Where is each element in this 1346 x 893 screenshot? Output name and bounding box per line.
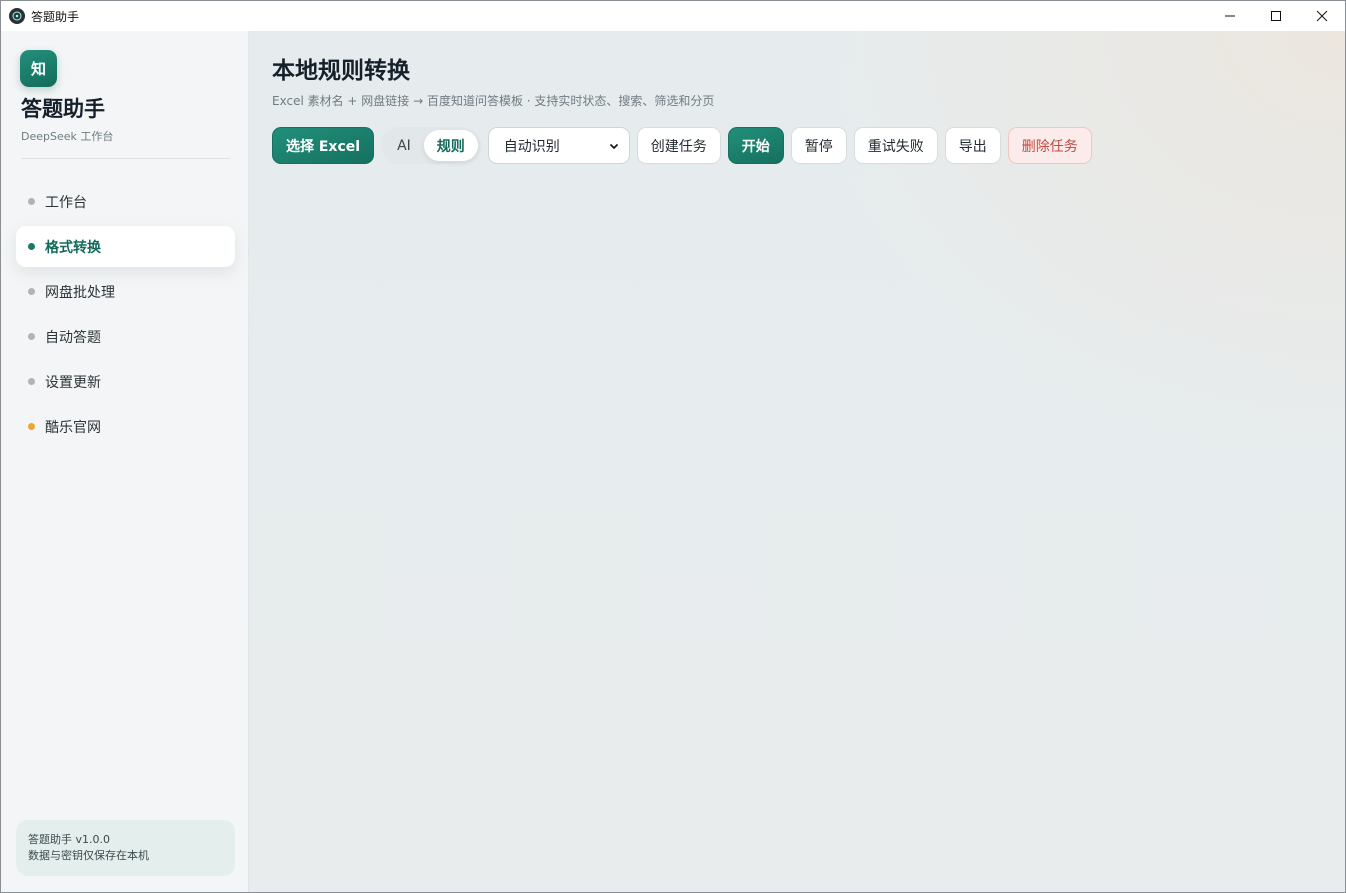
nav-dot-icon: [28, 378, 35, 385]
app-icon: [9, 8, 25, 24]
toolbar: 选择 Excel AI 规则 自动识别 创建任务 开始 暂停 重试失败 导出 删…: [272, 127, 1099, 164]
close-button[interactable]: [1299, 1, 1345, 31]
title-bar: 答题助手: [1, 1, 1345, 31]
mode-ai-option[interactable]: AI: [384, 130, 424, 161]
retry-failed-button[interactable]: 重试失败: [853, 127, 938, 164]
window-title: 答题助手: [31, 9, 80, 24]
nav-dot-icon: [28, 288, 35, 295]
sidebar-divider: [21, 158, 230, 159]
sidebar-item-label: 自动答题: [45, 329, 101, 346]
nav-dot-icon: [28, 198, 35, 205]
delete-task-button[interactable]: 删除任务: [1007, 127, 1092, 164]
maximize-button[interactable]: [1253, 1, 1299, 31]
brand-logo: 知: [20, 50, 57, 87]
chevron-down-icon: [609, 143, 618, 149]
sidebar-item-label: 设置更新: [45, 374, 101, 391]
sidebar-footer: 答题助手 v1.0.0 数据与密钥仅保存在本机: [16, 820, 235, 876]
app-version: 答题助手 v1.0.0: [28, 833, 110, 846]
pause-button[interactable]: 暂停: [790, 127, 847, 164]
export-button[interactable]: 导出: [944, 127, 1001, 164]
privacy-note: 数据与密钥仅保存在本机: [28, 849, 149, 862]
sidebar-item-official-site[interactable]: 酷乐官网: [16, 406, 235, 447]
format-select[interactable]: 自动识别: [487, 127, 630, 164]
maximize-icon: [1271, 11, 1281, 21]
page-title: 本地规则转换: [272, 58, 410, 84]
minimize-button[interactable]: [1207, 1, 1253, 31]
sidebar-item-settings-update[interactable]: 设置更新: [16, 361, 235, 402]
sidebar: 知 答题助手 DeepSeek 工作台 工作台 格式转换 网盘批处理 自动答题: [1, 31, 249, 892]
mode-rule-option[interactable]: 规则: [423, 130, 478, 161]
brand-subtitle: DeepSeek 工作台: [21, 130, 114, 143]
brand-name: 答题助手: [21, 97, 105, 121]
sidebar-item-auto-answer[interactable]: 自动答题: [16, 316, 235, 357]
nav-dot-icon: [28, 333, 35, 340]
sidebar-nav: 工作台 格式转换 网盘批处理 自动答题 设置更新 酷乐官网: [16, 181, 235, 451]
mode-toggle: AI 规则: [381, 127, 481, 164]
sidebar-item-label: 酷乐官网: [45, 419, 101, 436]
minimize-icon: [1225, 15, 1235, 17]
select-excel-button[interactable]: 选择 Excel: [272, 127, 375, 164]
nav-dot-icon: [28, 243, 35, 250]
window-controls: [1207, 1, 1345, 31]
format-select-value: 自动识别: [503, 138, 560, 155]
sidebar-item-netdisk-batch[interactable]: 网盘批处理: [16, 271, 235, 312]
start-button[interactable]: 开始: [727, 127, 784, 164]
sidebar-item-format-convert[interactable]: 格式转换: [16, 226, 235, 267]
sidebar-item-label: 格式转换: [45, 239, 101, 256]
create-task-button[interactable]: 创建任务: [636, 127, 721, 164]
close-icon: [1316, 10, 1328, 22]
app-window: 答题助手 知 答题助手 DeepSeek 工作台 工作台 格式转换 网盘批处理 …: [0, 0, 1346, 893]
page-subtitle: Excel 素材名 + 网盘链接 → 百度知道问答模板 · 支持实时状态、搜索、…: [272, 94, 715, 108]
main-content: 本地规则转换 Excel 素材名 + 网盘链接 → 百度知道问答模板 · 支持实…: [249, 31, 1345, 892]
sidebar-item-workbench[interactable]: 工作台: [16, 181, 235, 222]
nav-dot-icon: [28, 423, 35, 430]
sidebar-item-label: 网盘批处理: [45, 284, 115, 301]
sidebar-item-label: 工作台: [45, 194, 87, 211]
